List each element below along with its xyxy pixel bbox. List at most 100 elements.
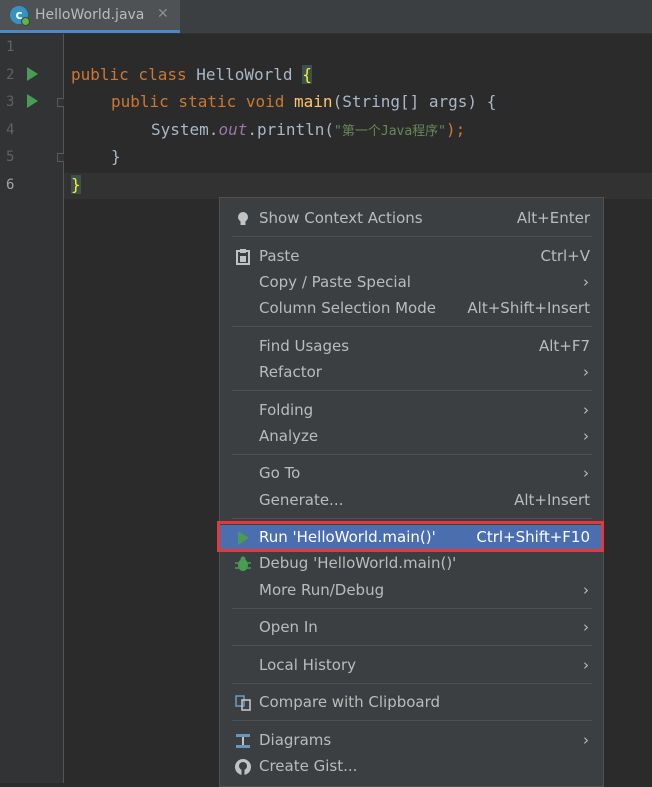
menu-separator <box>232 454 592 455</box>
menu-label: Compare with Clipboard <box>259 693 441 711</box>
code-line-4: System.out.println("第一个Java程序"); <box>151 120 465 139</box>
menu-label: Open In <box>259 618 318 636</box>
menu-item-more-run-debug[interactable]: More Run/Debug › <box>220 578 603 604</box>
menu-separator <box>232 720 592 721</box>
chevron-right-icon: › <box>583 464 589 482</box>
code-text: .println( <box>247 120 335 139</box>
brace: } <box>71 175 81 194</box>
code-line-2: public class HelloWorld { <box>71 65 312 84</box>
menu-label: Find Usages <box>259 337 350 355</box>
menu-separator <box>232 236 592 237</box>
line-number: 2 <box>6 67 15 83</box>
run-gutter-icon[interactable] <box>27 94 38 108</box>
menu-label: Column Selection Mode <box>259 299 436 317</box>
static-field: out <box>218 120 248 139</box>
menu-label: Diagrams <box>259 731 332 749</box>
clipboard-icon <box>236 249 250 265</box>
code-text: System. <box>151 120 219 139</box>
menu-item-refactor[interactable]: Refactor › <box>220 360 603 386</box>
bug-icon <box>235 556 251 571</box>
menu-label: Folding <box>259 401 314 419</box>
java-class-icon: c <box>10 6 30 26</box>
chevron-right-icon: › <box>583 273 589 291</box>
chevron-right-icon: › <box>583 618 589 636</box>
menu-label: Generate... <box>259 491 344 509</box>
menu-label: Copy / Paste Special <box>259 273 411 291</box>
line-number: 4 <box>6 122 15 138</box>
string-literal: "第一个Java程序" <box>334 124 447 139</box>
menu-item-open-in[interactable]: Open In › <box>220 615 603 641</box>
compare-icon <box>235 695 251 711</box>
menu-item-paste[interactable]: Paste Ctrl+V <box>220 244 603 270</box>
line-number: 6 <box>6 177 15 193</box>
code-line-6: } <box>71 175 81 194</box>
menu-separator <box>232 608 592 609</box>
diagram-icon <box>236 734 250 748</box>
menu-item-create-gist[interactable]: Create Gist... <box>220 754 603 780</box>
context-menu: Show Context Actions Alt+Enter Paste Ctr… <box>219 197 604 787</box>
line-number: 3 <box>6 94 15 110</box>
menu-item-local-history[interactable]: Local History › <box>220 653 603 679</box>
close-icon[interactable]: ✕ <box>157 6 169 22</box>
menu-item-analyze[interactable]: Analyze › <box>220 424 603 450</box>
menu-item-generate[interactable]: Generate... Alt+Insert <box>220 488 603 514</box>
current-line-highlight <box>64 173 652 199</box>
menu-label: Go To <box>259 464 301 482</box>
editor-tab-bar: c HelloWorld.java ✕ <box>0 0 652 34</box>
menu-separator <box>232 518 592 519</box>
line-number: 5 <box>6 149 15 165</box>
menu-item-folding[interactable]: Folding › <box>220 398 603 424</box>
menu-item-diagrams[interactable]: Diagrams › <box>220 728 603 754</box>
chevron-right-icon: › <box>583 363 589 381</box>
brace: { <box>302 65 312 84</box>
keyword: public static void <box>111 92 295 111</box>
menu-label: Create Gist... <box>259 757 358 775</box>
params: (String[] args) { <box>332 92 497 111</box>
chevron-right-icon: › <box>583 427 589 445</box>
run-icon <box>238 531 249 545</box>
menu-shortcut: Ctrl+Shift+F10 <box>476 528 590 546</box>
tab-label: HelloWorld.java <box>35 7 145 23</box>
menu-shortcut: Alt+F7 <box>538 337 590 355</box>
chevron-right-icon: › <box>583 401 589 419</box>
menu-item-find-usages[interactable]: Find Usages Alt+F7 <box>220 334 603 360</box>
menu-label: Show Context Actions <box>259 209 423 227</box>
menu-shortcut: Ctrl+V <box>540 247 590 265</box>
tab-helloworld-java[interactable]: c HelloWorld.java ✕ <box>0 0 180 33</box>
chevron-right-icon: › <box>583 731 589 749</box>
keyword: public class <box>71 65 197 84</box>
menu-item-debug[interactable]: Debug 'HelloWorld.main()' <box>220 551 603 577</box>
menu-label: More Run/Debug <box>259 581 385 599</box>
class-name: HelloWorld <box>196 65 303 84</box>
menu-item-compare-clipboard[interactable]: Compare with Clipboard <box>220 690 603 716</box>
code-line-3: public static void main(String[] args) { <box>111 92 496 111</box>
menu-label: Analyze <box>259 427 319 445</box>
menu-item-show-context-actions[interactable]: Show Context Actions Alt+Enter <box>220 206 603 232</box>
menu-item-go-to[interactable]: Go To › <box>220 461 603 487</box>
github-icon <box>235 759 251 775</box>
menu-item-copy-paste-special[interactable]: Copy / Paste Special › <box>220 270 603 296</box>
menu-shortcut: Alt+Insert <box>514 491 590 509</box>
lightbulb-icon <box>238 212 248 225</box>
editor-gutter <box>0 34 64 783</box>
menu-shortcut: Alt+Enter <box>516 209 590 227</box>
menu-label: Local History <box>259 656 357 674</box>
menu-item-run[interactable]: Run 'HelloWorld.main()' Ctrl+Shift+F10 <box>220 525 603 551</box>
menu-label: Debug 'HelloWorld.main()' <box>259 554 457 572</box>
menu-separator <box>232 645 592 646</box>
menu-separator <box>232 326 592 327</box>
run-gutter-icon[interactable] <box>27 67 38 81</box>
menu-shortcut: Alt+Shift+Insert <box>467 299 590 317</box>
method-name: main <box>294 92 333 111</box>
menu-label: Refactor <box>259 363 322 381</box>
chevron-right-icon: › <box>583 656 589 674</box>
menu-label: Run 'HelloWorld.main()' <box>259 528 436 546</box>
chevron-right-icon: › <box>583 581 589 599</box>
menu-separator <box>232 390 592 391</box>
code-line-5: } <box>111 147 121 166</box>
code-text: ); <box>446 120 466 139</box>
menu-item-column-selection-mode[interactable]: Column Selection Mode Alt+Shift+Insert <box>220 296 603 322</box>
menu-label: Paste <box>259 247 300 265</box>
menu-separator <box>232 683 592 684</box>
line-number: 1 <box>6 39 15 55</box>
